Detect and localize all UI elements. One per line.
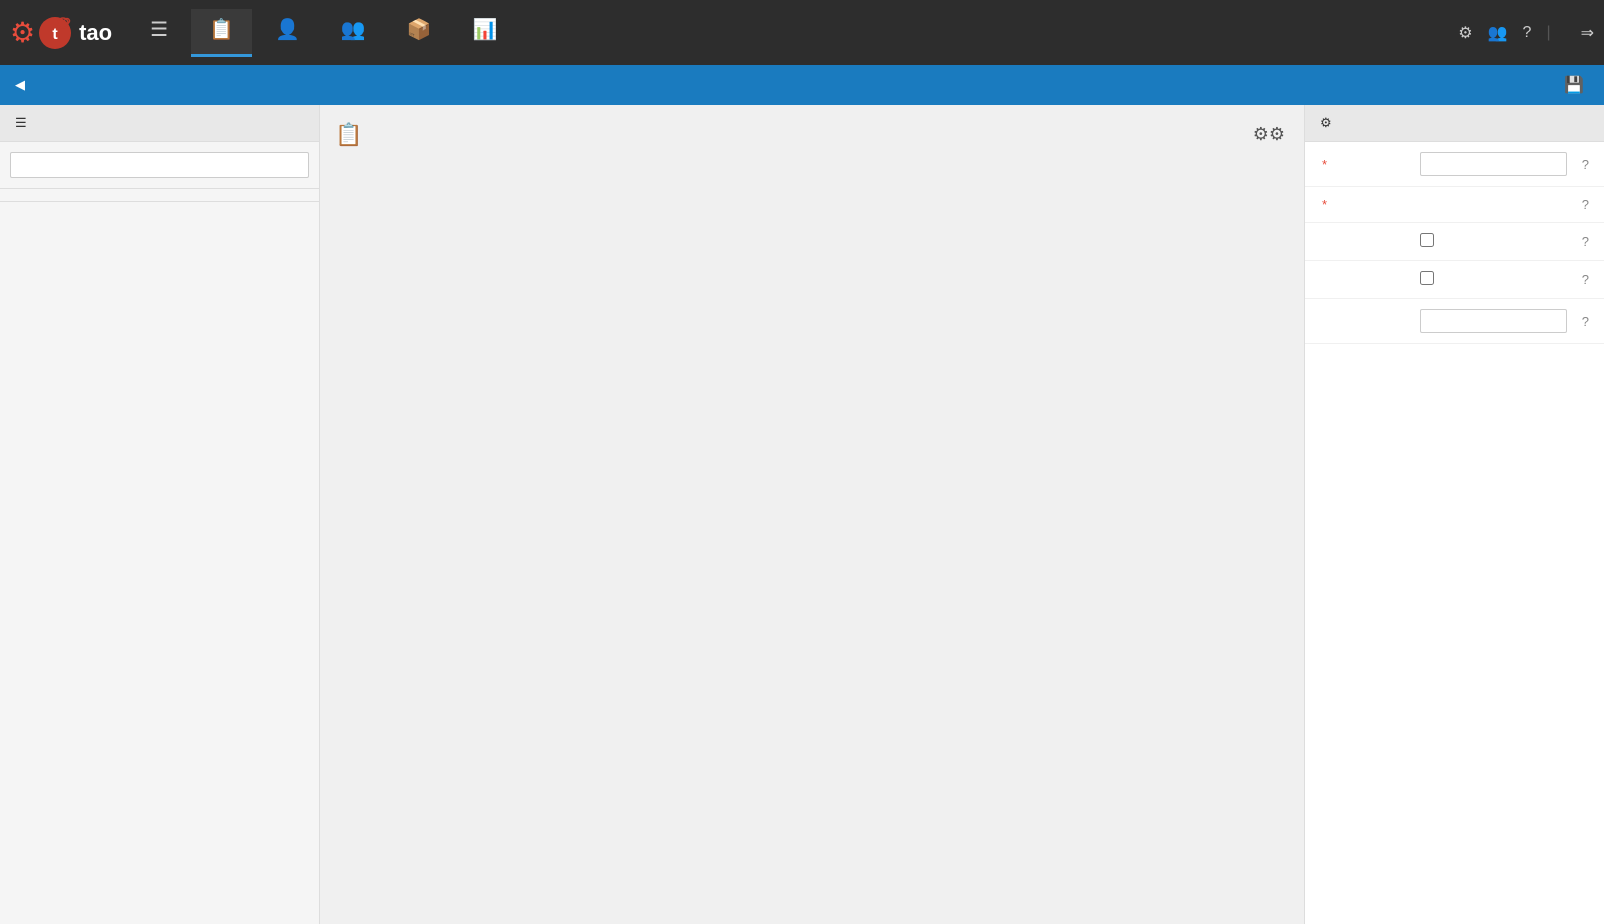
properties-panel: ⚙ * ? * ?: [1304, 105, 1604, 924]
items-nav-icon: ☰: [150, 17, 168, 42]
sidebar-list: [0, 202, 319, 924]
top-navigation: ⚙ t tao ☰ 📋 👤 👥 📦 📊 ⚙ 👥 ? | ⇒: [0, 0, 1604, 65]
settings-icon[interactable]: ⚙: [1458, 23, 1472, 43]
properties-header: ⚙: [1305, 105, 1604, 142]
identifier-row: * ?: [1305, 142, 1604, 187]
groups-nav-icon: 👥: [341, 17, 366, 42]
sidebar: ☰: [0, 105, 320, 924]
identifier-value-container: [1420, 152, 1567, 176]
logo-icon: ⚙: [10, 19, 35, 47]
tests-nav-icon: 📋: [209, 17, 234, 42]
required-checkbox[interactable]: [1420, 233, 1434, 247]
nav-items[interactable]: ☰: [132, 9, 186, 57]
required-help[interactable]: ?: [1582, 234, 1589, 249]
categories-value-container: [1420, 309, 1567, 333]
fixed-help[interactable]: ?: [1582, 272, 1589, 287]
help-icon[interactable]: ?: [1523, 24, 1532, 42]
logo: ⚙ t tao: [10, 13, 112, 53]
reference-required: *: [1322, 197, 1327, 212]
sub-header: ◀ 💾: [0, 65, 1604, 105]
categories-input[interactable]: [1420, 309, 1567, 333]
nav-results[interactable]: 📊: [455, 9, 516, 57]
users-icon[interactable]: 👥: [1488, 23, 1508, 43]
identifier-required: *: [1322, 157, 1327, 172]
sidebar-header: ☰: [0, 105, 319, 142]
manage-tests-button[interactable]: ◀: [15, 77, 30, 93]
identifier-help[interactable]: ?: [1582, 157, 1589, 172]
page-header: 📋 ⚙⚙: [335, 120, 1289, 149]
properties-icon: ⚙: [1320, 115, 1332, 131]
save-icon: 💾: [1564, 75, 1584, 95]
fixed-checkbox[interactable]: [1420, 271, 1434, 285]
top-nav-right: ⚙ 👥 ? | ⇒: [1458, 23, 1594, 43]
fixed-row: ?: [1305, 261, 1604, 299]
nav-groups[interactable]: 👥: [323, 9, 384, 57]
test-takers-nav-icon: 👤: [275, 17, 300, 42]
nav-test-takers[interactable]: 👤: [257, 9, 318, 57]
sidebar-filter-container: [0, 142, 319, 189]
logo-image: t: [35, 13, 75, 53]
separator: |: [1546, 24, 1550, 42]
identifier-input[interactable]: [1420, 152, 1567, 176]
identifier-label: *: [1320, 157, 1410, 172]
logo-text: tao: [79, 20, 112, 46]
logout-icon[interactable]: ⇒: [1581, 23, 1594, 43]
reference-row: * ?: [1305, 187, 1604, 223]
page-title: 📋: [335, 122, 372, 148]
page-title-icon: 📋: [335, 122, 362, 148]
main-area: ☰ 📋 ⚙⚙ ⚙ *: [0, 105, 1604, 924]
fixed-value-container: [1420, 271, 1567, 288]
categories-help[interactable]: ?: [1582, 314, 1589, 329]
back-icon: ◀: [15, 77, 25, 93]
categories-row: ?: [1305, 299, 1604, 344]
sidebar-icon: ☰: [15, 115, 27, 131]
reference-help[interactable]: ?: [1582, 197, 1589, 212]
nav-tests[interactable]: 📋: [191, 9, 252, 57]
content-area: 📋 ⚙⚙: [320, 105, 1304, 924]
deliveries-nav-icon: 📦: [407, 17, 432, 42]
svg-text:t: t: [52, 26, 58, 43]
filter-input[interactable]: [10, 152, 309, 178]
save-button[interactable]: 💾: [1564, 75, 1589, 95]
required-row: ?: [1305, 223, 1604, 261]
nav-deliveries[interactable]: 📦: [389, 9, 450, 57]
page-settings-button[interactable]: ⚙⚙: [1249, 120, 1289, 149]
results-nav-icon: 📊: [473, 17, 498, 42]
reference-label: *: [1320, 197, 1410, 212]
required-value-container: [1420, 233, 1567, 250]
sidebar-hint: [0, 189, 319, 202]
